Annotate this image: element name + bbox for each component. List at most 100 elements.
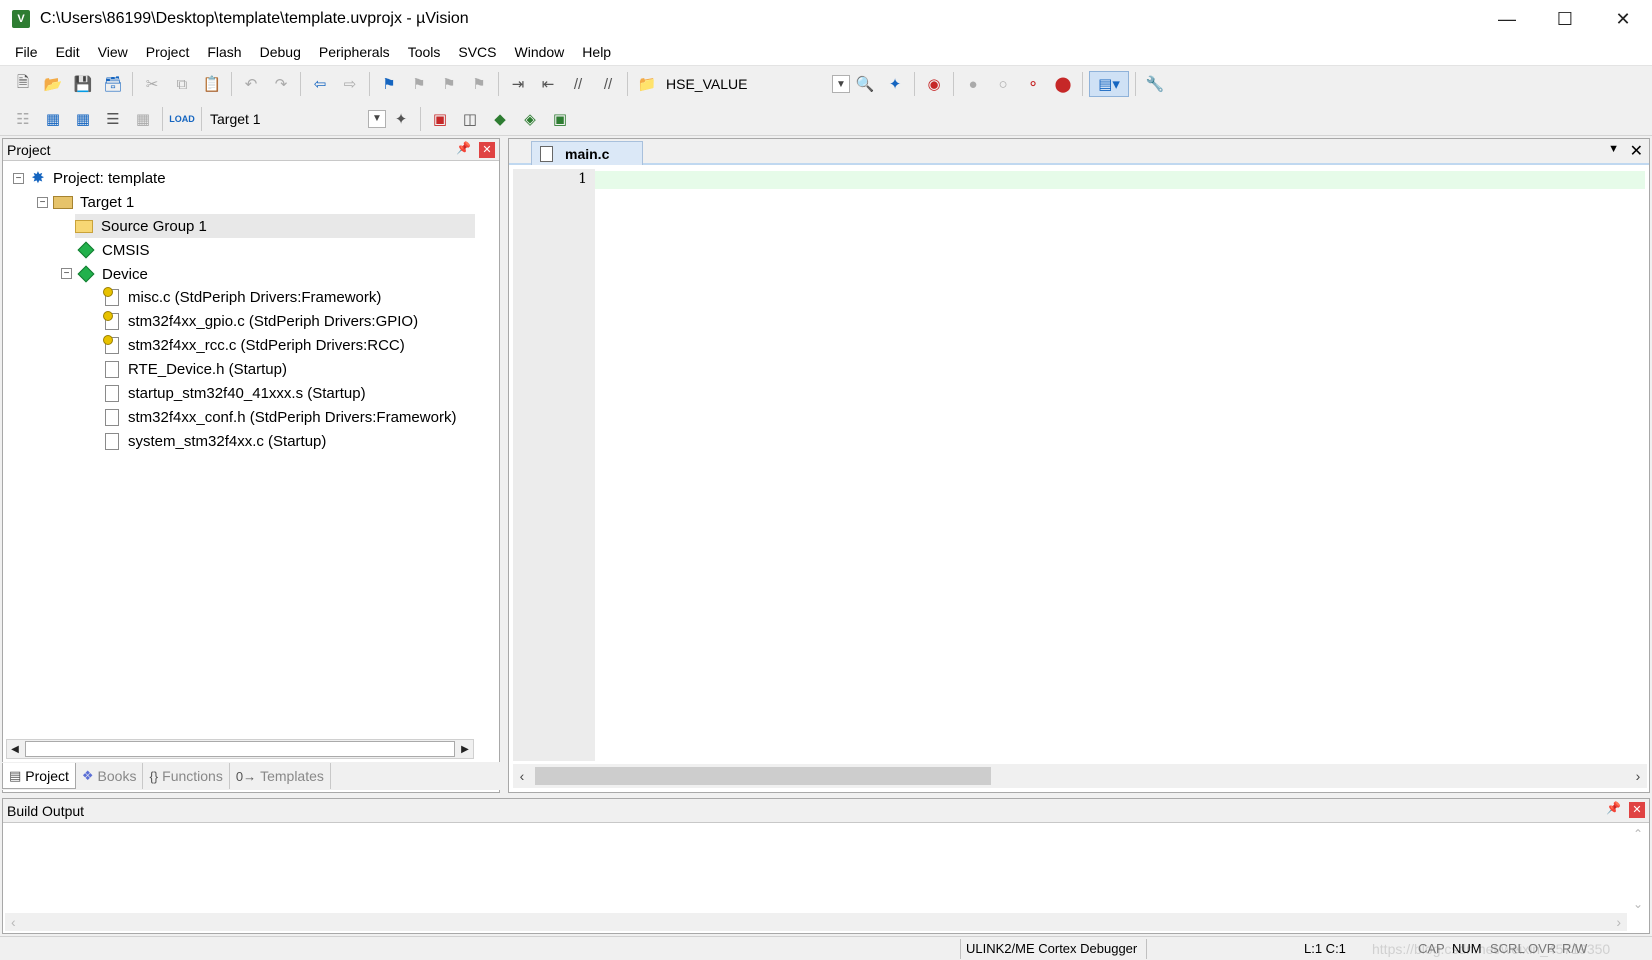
collapse-icon[interactable]: −	[13, 173, 24, 184]
collapse-icon[interactable]: −	[37, 197, 48, 208]
manage-project-items-icon[interactable]: ▣	[427, 106, 453, 132]
scroll-right-icon[interactable]: ›	[1629, 768, 1647, 784]
tree-item-file[interactable]: stm32f4xx_rcc.c (StdPeriph Drivers:RCC)	[103, 333, 405, 357]
scroll-right-icon[interactable]: ›	[1616, 914, 1621, 930]
tab-project[interactable]: ▤ Project	[2, 763, 76, 789]
save-icon[interactable]: 💾	[70, 71, 96, 97]
open-file-icon[interactable]: 📂	[40, 71, 66, 97]
batch-build-icon[interactable]: ☰	[100, 106, 126, 132]
close-icon[interactable]: ✕	[479, 142, 495, 158]
scroll-down-icon[interactable]: ⌄	[1633, 897, 1643, 911]
menu-flash[interactable]: Flash	[198, 38, 250, 66]
menu-svcs[interactable]: SVCS	[449, 38, 505, 66]
tree-item-file[interactable]: stm32f4xx_gpio.c (StdPeriph Drivers:GPIO…	[103, 309, 418, 333]
navigate-back-icon[interactable]: ⇦	[307, 71, 333, 97]
tab-books[interactable]: ❖ Books	[76, 763, 144, 789]
enable-breakpoint-icon[interactable]: ○	[990, 71, 1016, 97]
configure-icon[interactable]: 🔧	[1142, 71, 1168, 97]
select-software-packs-icon[interactable]: ◈	[517, 106, 543, 132]
tree-item-file[interactable]: misc.c (StdPeriph Drivers:Framework)	[103, 285, 381, 309]
target-select[interactable]: Target 1 ▼	[206, 107, 386, 131]
menu-debug[interactable]: Debug	[251, 38, 310, 66]
unindent-icon[interactable]: ⇤	[535, 71, 561, 97]
undo-icon[interactable]: ↶	[238, 71, 264, 97]
insert-breakpoint-icon[interactable]: ●	[960, 71, 986, 97]
menu-peripherals[interactable]: Peripherals	[310, 38, 399, 66]
pack-installer-icon[interactable]: ▣	[547, 106, 573, 132]
menu-project[interactable]: Project	[137, 38, 199, 66]
kill-all-breakpoints-icon[interactable]: ⬤	[1050, 71, 1076, 97]
disable-all-breakpoints-icon[interactable]: ⚬	[1020, 71, 1046, 97]
find-in-files-icon[interactable]: 📁	[634, 71, 660, 97]
bookmark-toggle-icon[interactable]: ⚑	[376, 71, 402, 97]
close-window-button[interactable]: ✕	[1594, 0, 1652, 38]
menu-help[interactable]: Help	[573, 38, 620, 66]
tree-item-file[interactable]: system_stm32f4xx.c (Startup)	[105, 429, 326, 453]
debug-session-icon[interactable]: ◉	[921, 71, 947, 97]
maximize-button[interactable]: ☐	[1536, 0, 1594, 38]
new-file-icon[interactable]: 🗎	[10, 71, 36, 97]
build-horizontal-scrollbar[interactable]: ‹ ›	[5, 913, 1627, 931]
tree-item-file[interactable]: stm32f4xx_conf.h (StdPeriph Drivers:Fram…	[105, 405, 456, 429]
bookmark-next-icon[interactable]: ⚑	[436, 71, 462, 97]
copy-icon[interactable]: ⧉	[169, 71, 195, 97]
menu-edit[interactable]: Edit	[47, 38, 89, 66]
pin-icon[interactable]: 📌	[456, 141, 471, 155]
tab-functions[interactable]: {} Functions	[143, 763, 230, 789]
build-vertical-scrollbar[interactable]: ⌃ ⌄	[1629, 827, 1647, 911]
collapse-icon[interactable]: −	[61, 268, 72, 279]
tree-item-source-group[interactable]: Source Group 1	[75, 214, 475, 238]
pin-icon[interactable]: 📌	[1606, 801, 1621, 815]
window-layout-icon[interactable]: ▤▾	[1089, 71, 1129, 97]
menu-file[interactable]: File	[6, 38, 47, 66]
scroll-left-icon[interactable]: ‹	[11, 914, 16, 930]
manage-rte-icon[interactable]: ◆	[487, 106, 513, 132]
navigate-forward-icon[interactable]: ⇨	[337, 71, 363, 97]
scrollbar-thumb[interactable]	[25, 741, 455, 757]
scroll-up-icon[interactable]: ⌃	[1633, 827, 1643, 841]
redo-icon[interactable]: ↷	[268, 71, 294, 97]
close-icon[interactable]: ✕	[1629, 802, 1645, 818]
tree-item-project[interactable]: ✸ Project: template	[29, 166, 165, 190]
manage-multi-project-icon[interactable]: ◫	[457, 106, 483, 132]
bookmark-prev-icon[interactable]: ⚑	[406, 71, 432, 97]
target-options-icon[interactable]: ✦	[388, 106, 414, 132]
scrollbar-thumb[interactable]	[535, 767, 991, 785]
find-icon[interactable]: 🔍	[852, 71, 878, 97]
minimize-button[interactable]: —	[1478, 0, 1536, 38]
tree-item-file[interactable]: startup_stm32f40_41xxx.s (Startup)	[105, 381, 366, 405]
translate-icon[interactable]: ☷	[10, 106, 36, 132]
chevron-down-icon[interactable]: ▼	[368, 109, 386, 128]
save-all-icon[interactable]: 🗃	[100, 71, 126, 97]
scroll-right-icon[interactable]: ▶	[457, 744, 473, 755]
bookmark-clear-icon[interactable]: ⚑	[466, 71, 492, 97]
rebuild-icon[interactable]: ▦	[70, 106, 96, 132]
paste-icon[interactable]: 📋	[199, 71, 225, 97]
tree-item-device[interactable]: Device	[77, 262, 148, 286]
build-icon[interactable]: ▦	[40, 106, 66, 132]
cut-icon[interactable]: ✂	[139, 71, 165, 97]
tab-list-dropdown-icon[interactable]: ▼	[1608, 143, 1619, 155]
menu-tools[interactable]: Tools	[399, 38, 450, 66]
menu-window[interactable]: Window	[506, 38, 574, 66]
incremental-find-icon[interactable]: ✦	[882, 71, 908, 97]
indent-icon[interactable]: ⇥	[505, 71, 531, 97]
scroll-left-icon[interactable]: ◀	[7, 744, 23, 755]
uncomment-icon[interactable]: //	[595, 71, 621, 97]
tab-main-c[interactable]: main.c	[531, 141, 643, 165]
tree-item-cmsis[interactable]: CMSIS	[77, 238, 150, 262]
project-horizontal-scrollbar[interactable]: ◀ ▶	[6, 739, 474, 759]
scroll-left-icon[interactable]: ‹	[513, 768, 531, 784]
code-editor-current-line[interactable]	[595, 171, 1645, 189]
tree-item-target[interactable]: Target 1	[53, 190, 134, 214]
close-tab-icon[interactable]: ✕	[1630, 141, 1643, 161]
tab-templates[interactable]: 0→ Templates	[230, 763, 331, 789]
stop-build-icon[interactable]: ▦	[130, 106, 156, 132]
editor-horizontal-scrollbar[interactable]: ‹ ›	[513, 764, 1647, 788]
find-combo[interactable]: HSE_VALUE ▼	[662, 72, 850, 96]
chevron-down-icon[interactable]: ▼	[832, 75, 850, 93]
menu-view[interactable]: View	[89, 38, 137, 66]
tree-item-file[interactable]: RTE_Device.h (Startup)	[105, 357, 287, 381]
comment-icon[interactable]: //	[565, 71, 591, 97]
load-download-icon[interactable]: LOAD	[169, 106, 195, 132]
